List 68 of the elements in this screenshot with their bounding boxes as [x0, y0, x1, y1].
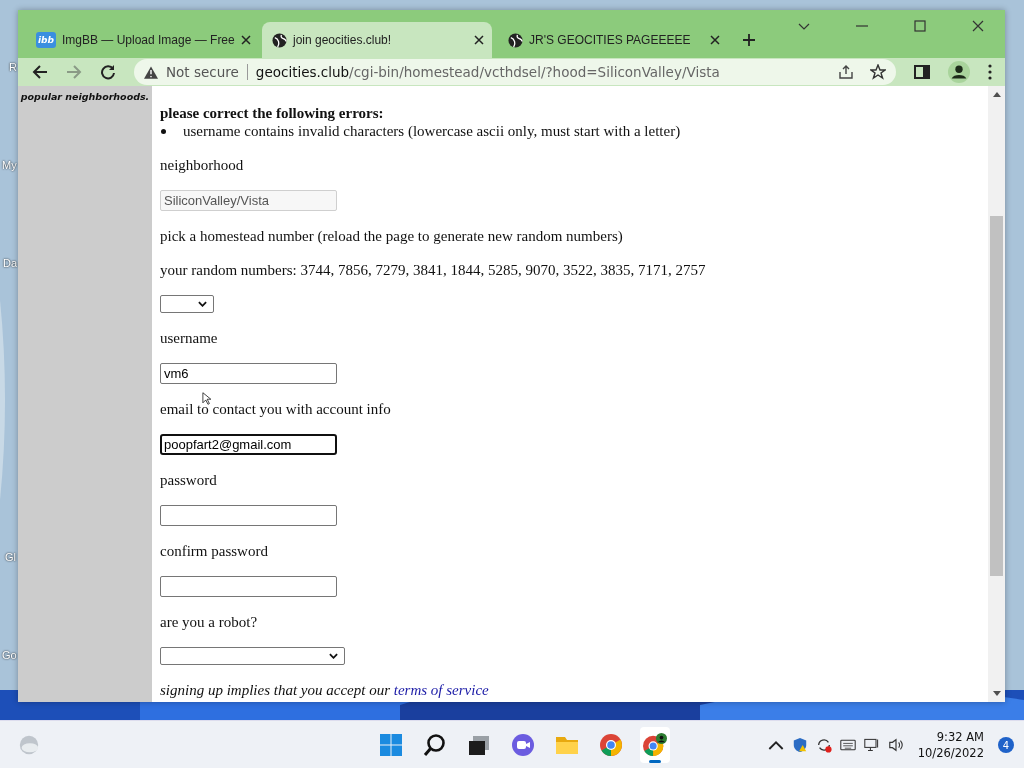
field-label: are you a robot?	[160, 613, 258, 631]
sidebar-text: popular neighborhoods.	[20, 91, 150, 102]
field-label: email to contact you with account info	[160, 400, 391, 418]
dropdown[interactable]	[160, 647, 345, 665]
search-icon	[423, 733, 447, 757]
url-text[interactable]: geocities.club/cgi-bin/homestead/vcthdsel/?hood=SiliconValley/Vista	[255, 64, 720, 80]
close-icon[interactable]	[240, 35, 251, 45]
globe-icon	[508, 32, 523, 48]
bullet-icon	[161, 128, 166, 134]
field-label: password	[160, 471, 217, 489]
reload-icon[interactable]	[100, 64, 116, 80]
scroll-up-icon[interactable]	[992, 92, 1001, 97]
side-panel-icon[interactable]	[914, 64, 930, 80]
caret-icon	[329, 653, 338, 659]
notification-badge[interactable]: 4	[998, 737, 1014, 753]
field-label: pick a homestead number (reload the page to generate new random numbers)	[160, 227, 623, 245]
error-message: username contains invalid characters (lowercase ascii only, must start with a letter)	[183, 122, 681, 140]
close-icon[interactable]	[710, 35, 720, 45]
shield-warning-icon[interactable]	[791, 737, 808, 753]
new-tab-icon[interactable]	[742, 33, 756, 47]
warning-icon[interactable]	[144, 65, 158, 79]
star-icon[interactable]	[870, 64, 886, 80]
chat-icon	[511, 733, 535, 757]
close-icon[interactable]	[972, 20, 984, 32]
terms-notice: signing up implies that you accept our terms of service	[160, 681, 490, 699]
globe-icon	[272, 32, 287, 48]
security-label[interactable]: Not secure	[166, 64, 239, 80]
mouse-cursor-icon	[202, 392, 211, 405]
back-icon[interactable]	[32, 64, 48, 80]
input-field[interactable]	[160, 505, 337, 526]
chrome-profile-icon	[643, 733, 667, 757]
favicon: ibb	[36, 32, 56, 48]
input-field[interactable]: poopfart2@gmail.com	[160, 434, 337, 455]
profile-icon[interactable]	[948, 61, 970, 83]
clock-time[interactable]: 9:32 AM	[936, 729, 984, 745]
scroll-down-icon[interactable]	[992, 691, 1001, 696]
volume-icon[interactable]	[887, 737, 904, 753]
start-icon	[379, 733, 403, 757]
input-field[interactable]: vm6	[160, 363, 337, 384]
field-label: your random numbers: 3744, 7856, 7279, 3841, 1844, 5285, 9070, 3522, 3835, 7171, 2757	[160, 261, 706, 279]
chrome-icon	[599, 733, 623, 757]
field-label: confirm password	[160, 542, 268, 560]
clock-date[interactable]: 10/26/2022	[917, 745, 984, 761]
network-icon[interactable]	[863, 737, 880, 753]
field-label: username	[160, 329, 218, 347]
share-icon[interactable]	[838, 64, 854, 80]
scrollbar[interactable]	[988, 86, 1005, 702]
keyboard-icon[interactable]	[839, 737, 856, 753]
tab-title[interactable]: join geocities.club!	[293, 33, 468, 47]
address-bar[interactable]: Not secure geocities.club/cgi-bin/homestead/vcthdsel/?hood=SiliconValley/Vista	[134, 59, 896, 85]
close-icon[interactable]	[474, 35, 484, 45]
terms-link[interactable]: terms of service	[393, 682, 489, 698]
caret-icon	[198, 301, 207, 307]
sync-icon[interactable]	[815, 737, 832, 753]
scroll-thumb[interactable]	[990, 216, 1003, 576]
task-view-icon	[467, 733, 491, 757]
tab-title[interactable]: ImgBB — Upload Image — Free	[62, 33, 235, 47]
browser-tab[interactable]: join geocities.club!	[262, 22, 492, 58]
maximize-icon[interactable]	[914, 20, 926, 32]
dropdown[interactable]	[160, 295, 214, 313]
browser-tab[interactable]: JR'S GEOCITIES PAGEEEEE	[498, 22, 728, 58]
error-heading: please correct the following errors:	[160, 104, 385, 122]
field-label: neighborhood	[160, 156, 244, 174]
menu-icon[interactable]	[988, 64, 992, 80]
browser-tab[interactable]: ibb ImgBB — Upload Image — Free	[26, 22, 256, 58]
tab-title[interactable]: JR'S GEOCITIES PAGEEEEE	[529, 33, 704, 47]
taskbar-app[interactable]	[640, 727, 670, 763]
input-field[interactable]	[160, 576, 337, 597]
